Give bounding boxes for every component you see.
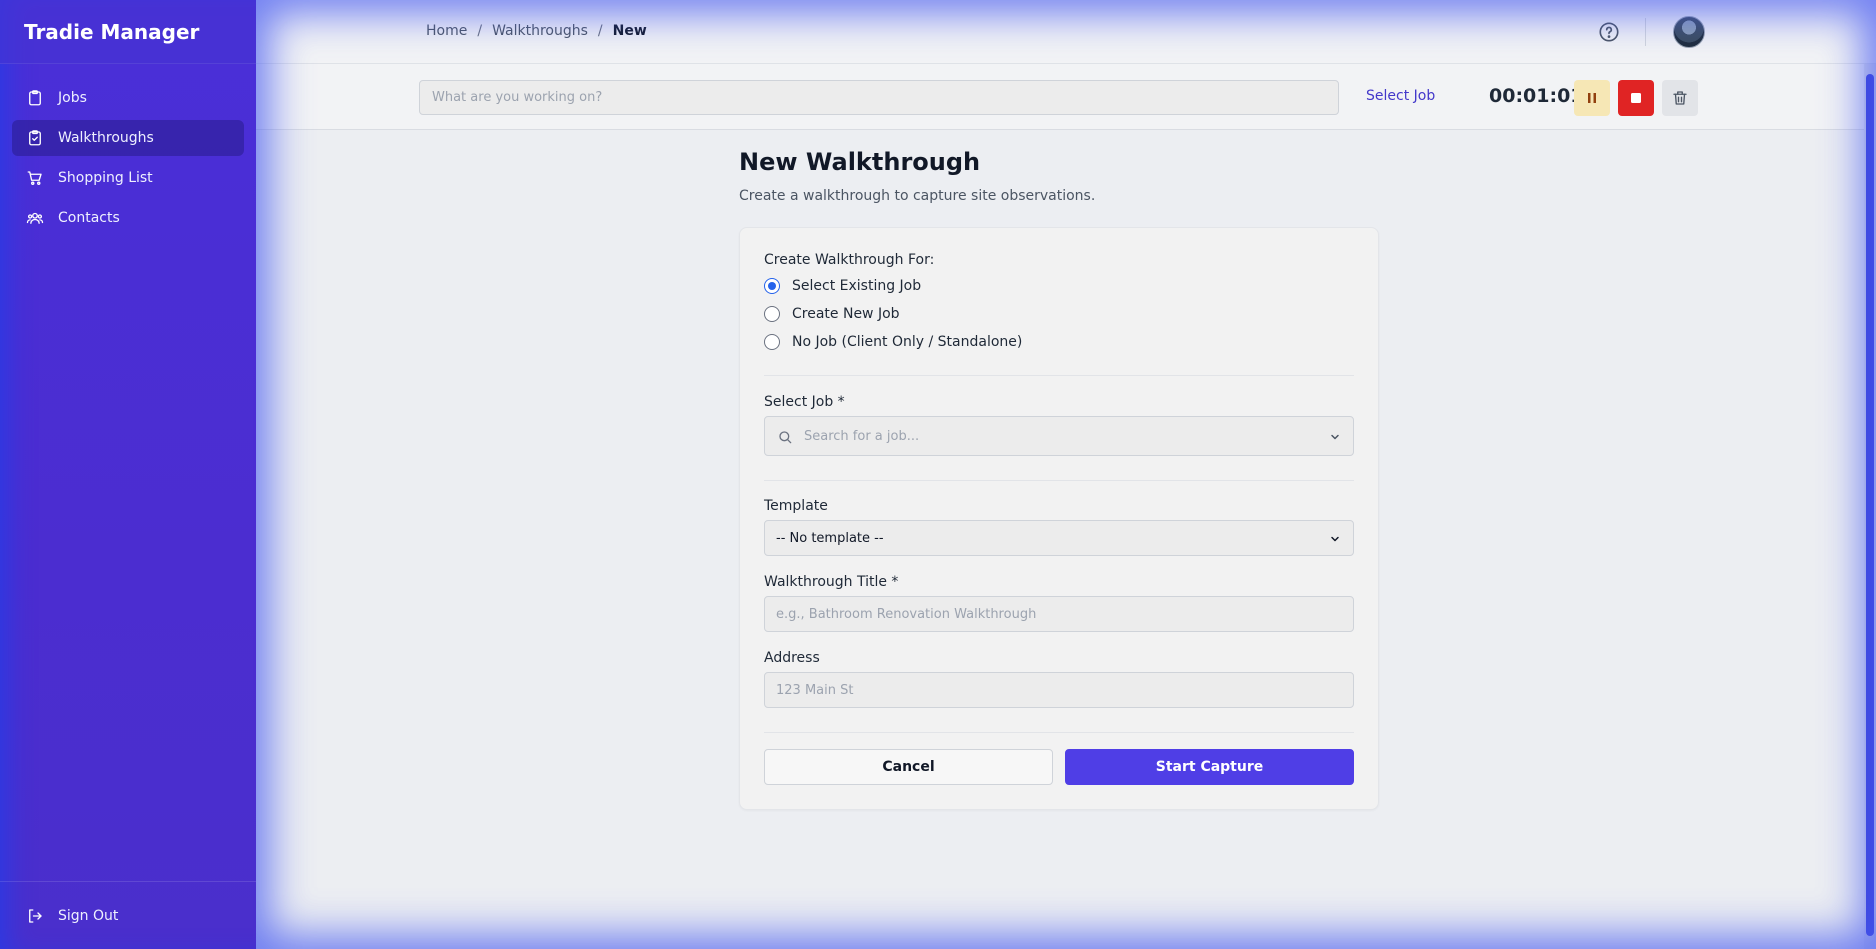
sidebar-item-contacts[interactable]: Contacts	[12, 200, 244, 236]
sign-out-icon	[29, 908, 42, 923]
clipboard-icon	[29, 90, 41, 106]
radio-label: Create New Job	[792, 306, 900, 322]
top-bar: Home / Walkthroughs / New	[256, 0, 1876, 64]
breadcrumb-walkthroughs[interactable]: Walkthroughs	[492, 23, 588, 39]
sidebar-item-label: Walkthroughs	[58, 130, 154, 146]
clipboard-check-icon	[29, 130, 41, 146]
template-selected-value: -- No template --	[776, 530, 884, 546]
pause-button[interactable]	[1574, 80, 1610, 116]
section-divider	[764, 375, 1354, 376]
page-subtitle: Create a walkthrough to capture site obs…	[739, 188, 1096, 204]
sidebar: Tradie Manager Jobs Walkthroughs Shoppin…	[0, 0, 256, 949]
form-actions: Cancel Start Capture	[764, 749, 1354, 785]
breadcrumb: Home / Walkthroughs / New	[426, 23, 647, 39]
page-scrollbar[interactable]	[1864, 64, 1876, 949]
radio-select-existing-job[interactable]: Select Existing Job	[764, 272, 1354, 300]
address-label: Address	[764, 650, 820, 666]
avatar[interactable]	[1673, 16, 1705, 48]
radio-label: No Job (Client Only / Standalone)	[792, 334, 1023, 350]
sidebar-item-label: Shopping List	[58, 170, 153, 186]
breadcrumb-current: New	[612, 23, 647, 39]
template-select[interactable]: -- No template --	[764, 520, 1354, 556]
sidebar-item-shopping-list[interactable]: Shopping List	[12, 160, 244, 196]
search-icon	[779, 431, 792, 444]
timer-bar: Select Job 00:01:01	[256, 64, 1876, 130]
app-title: Tradie Manager	[0, 0, 256, 64]
breadcrumb-home[interactable]: Home	[426, 23, 467, 39]
sidebar-nav: Jobs Walkthroughs Shopping List Contacts	[0, 64, 256, 236]
cancel-button[interactable]: Cancel	[764, 749, 1053, 785]
radio-label: Select Existing Job	[792, 278, 922, 294]
walkthrough-title-label: Walkthrough Title *	[764, 574, 899, 590]
stop-icon	[1631, 93, 1641, 103]
sidebar-item-jobs[interactable]: Jobs	[12, 80, 244, 116]
chevron-down-icon	[1331, 434, 1339, 440]
select-job-link[interactable]: Select Job	[1366, 88, 1435, 104]
job-search-placeholder: Search for a job...	[804, 428, 920, 444]
stop-button[interactable]	[1618, 80, 1654, 116]
job-search-combobox[interactable]: Search for a job...	[764, 416, 1354, 456]
radio-button[interactable]	[764, 278, 780, 294]
address-input[interactable]	[764, 672, 1354, 708]
walkthrough-form: Create Walkthrough For: Select Existing …	[739, 227, 1379, 810]
page-content: New Walkthrough Create a walkthrough to …	[739, 148, 1379, 810]
radio-no-job[interactable]: No Job (Client Only / Standalone)	[764, 328, 1354, 356]
help-icon[interactable]	[1598, 21, 1620, 43]
sidebar-item-walkthroughs[interactable]: Walkthroughs	[12, 120, 244, 156]
header-divider	[1645, 18, 1646, 46]
main-area: Home / Walkthroughs / New Select Job 00:…	[256, 0, 1876, 949]
radio-create-new-job[interactable]: Create New Job	[764, 300, 1354, 328]
trash-icon	[1673, 91, 1687, 105]
create-for-label: Create Walkthrough For:	[764, 252, 935, 268]
select-job-label: Select Job *	[764, 394, 845, 410]
task-description-input[interactable]	[419, 80, 1339, 115]
users-icon	[26, 212, 44, 224]
radio-button[interactable]	[764, 334, 780, 350]
sidebar-item-label: Jobs	[58, 90, 87, 106]
page-title: New Walkthrough	[739, 148, 981, 176]
timer-display: 00:01:01	[1489, 85, 1584, 107]
cart-icon	[27, 171, 42, 185]
section-divider	[764, 480, 1354, 481]
section-divider	[764, 732, 1354, 733]
start-capture-button[interactable]: Start Capture	[1065, 749, 1354, 785]
discard-button[interactable]	[1662, 80, 1698, 116]
radio-button[interactable]	[764, 306, 780, 322]
breadcrumb-separator: /	[597, 23, 603, 39]
template-label: Template	[764, 498, 828, 514]
sign-out-button[interactable]: Sign Out	[0, 881, 256, 949]
chevron-down-icon	[1331, 536, 1339, 542]
sign-out-label: Sign Out	[58, 907, 119, 924]
walkthrough-title-input[interactable]	[764, 596, 1354, 632]
scrollbar-thumb[interactable]	[1866, 74, 1874, 936]
breadcrumb-separator: /	[477, 23, 483, 39]
sidebar-item-label: Contacts	[58, 210, 120, 226]
pause-icon	[1588, 93, 1596, 103]
